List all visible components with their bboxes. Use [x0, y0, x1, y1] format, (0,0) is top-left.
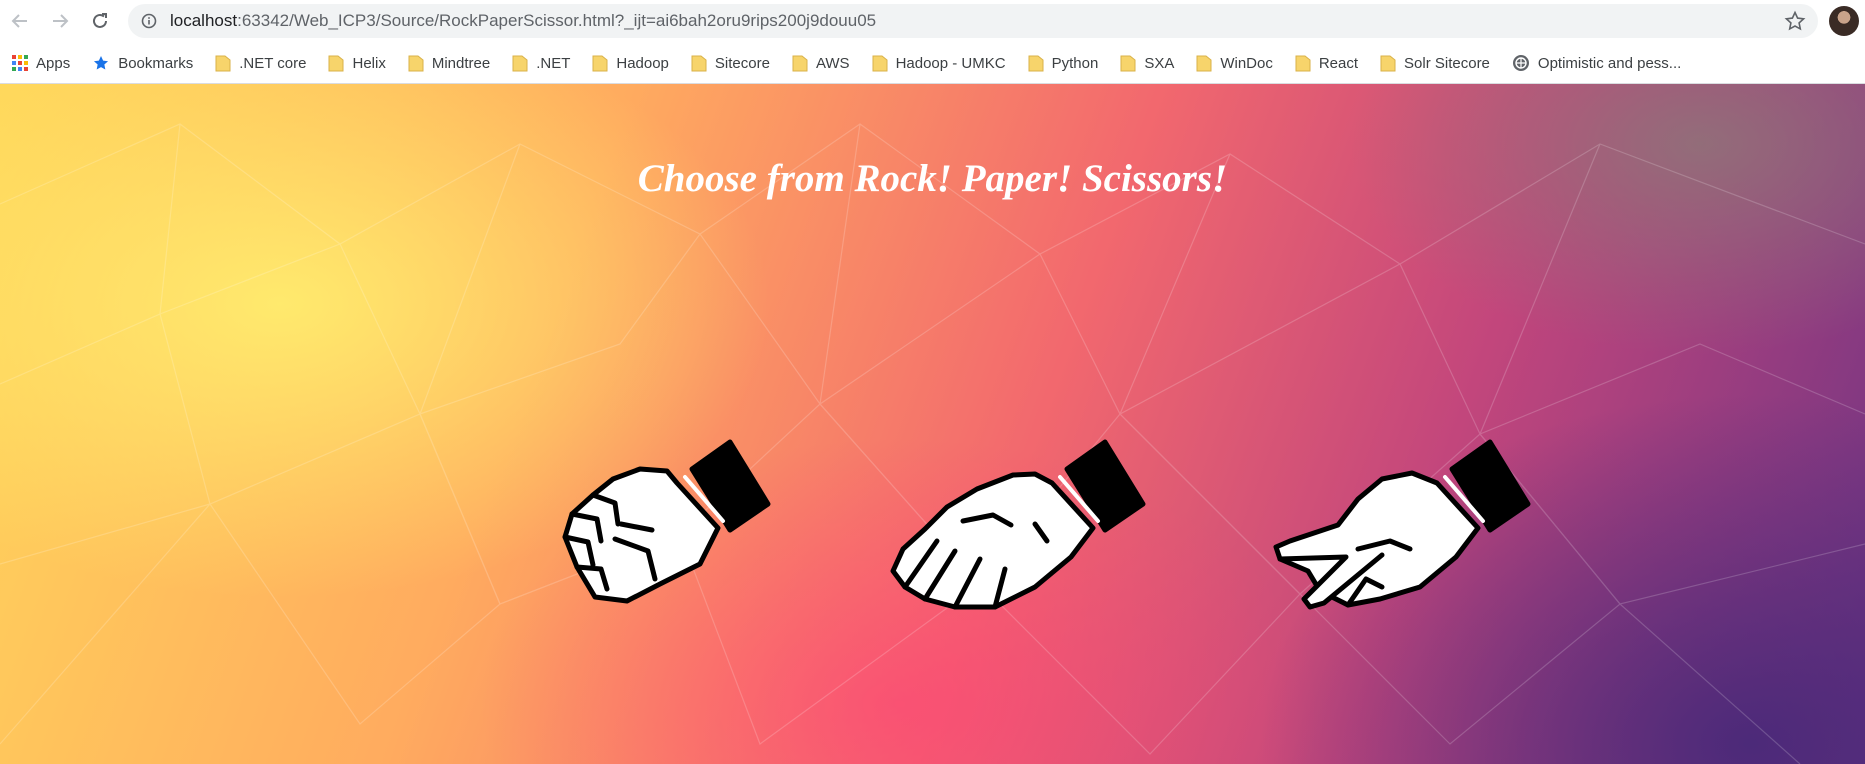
bookmark-star-icon[interactable] — [1784, 10, 1806, 32]
bookmark-label: Hadoop - UMKC — [895, 54, 1006, 72]
bookmark-label: .NET — [536, 54, 571, 72]
arrow-left-icon — [11, 14, 27, 28]
folder-icon — [1120, 54, 1144, 72]
folder-icon — [328, 54, 352, 72]
bookmark-label: Apps — [36, 54, 71, 72]
site-info-icon[interactable] — [128, 13, 170, 29]
address-bar[interactable]: localhost:63342/Web_ICP3/Source/RockPape… — [128, 4, 1818, 38]
bookmark-item[interactable]: SXA — [1120, 54, 1174, 72]
url-text: localhost:63342/Web_ICP3/Source/RockPape… — [170, 11, 876, 31]
rock-hand-icon[interactable] — [555, 429, 775, 619]
back-button[interactable] — [0, 0, 40, 42]
bookmark-item[interactable]: Python — [1028, 54, 1099, 72]
bookmarks-bar: Apps Bookmarks .NET core Helix Mindtree .NET H… — [0, 42, 1865, 84]
bookmark-item[interactable]: Solr Sitecore — [1380, 54, 1490, 72]
folder-icon — [792, 54, 816, 72]
folder-icon — [691, 54, 715, 72]
scissors-hand-icon[interactable] — [1270, 429, 1540, 619]
star-icon — [92, 54, 118, 72]
browser-toolbar: localhost:63342/Web_ICP3/Source/RockPape… — [0, 0, 1865, 42]
bookmark-label: WinDoc — [1220, 54, 1273, 72]
folder-icon — [1380, 54, 1404, 72]
bookmark-item[interactable]: Mindtree — [408, 54, 490, 72]
bookmark-label: React — [1318, 54, 1359, 72]
bookmark-item[interactable]: Hadoop — [592, 54, 669, 72]
bookmark-item[interactable]: WinDoc — [1196, 54, 1273, 72]
bookmark-label: Sitecore — [714, 54, 770, 72]
folder-icon — [1295, 54, 1319, 72]
bookmark-item[interactable]: Optimistic and pess... — [1512, 54, 1681, 72]
url-host: localhost — [170, 11, 238, 30]
bookmark-label: Mindtree — [431, 54, 491, 72]
bookmark-item[interactable]: .NET — [512, 54, 570, 72]
game-page: Choose from Rock! Paper! Scissors! — [0, 84, 1865, 764]
apps-icon — [12, 55, 36, 71]
bookmark-item[interactable]: Hadoop - UMKC — [872, 54, 1006, 72]
bookmark-label: Solr Sitecore — [1404, 54, 1490, 72]
bookmark-item[interactable]: .NET core — [215, 54, 306, 72]
bookmark-label: Hadoop — [616, 54, 669, 72]
folder-icon — [1028, 54, 1052, 72]
bookmark-item[interactable]: Apps — [12, 55, 70, 72]
url-path: :63342/Web_ICP3/Source/RockPaperScissor.… — [237, 11, 877, 30]
globe-icon — [1512, 54, 1538, 72]
bookmark-label: AWS — [815, 54, 850, 72]
reload-icon — [93, 13, 107, 28]
folder-icon — [512, 54, 536, 72]
page-title: Choose from Rock! Paper! Scissors! — [637, 157, 1228, 200]
paper-hand-icon[interactable] — [885, 429, 1155, 619]
bookmark-item[interactable]: Bookmarks — [92, 54, 193, 72]
bookmark-label: Helix — [352, 54, 386, 72]
reload-button[interactable] — [80, 0, 120, 42]
bookmark-item[interactable]: Helix — [328, 54, 386, 72]
arrow-right-icon — [53, 14, 69, 28]
folder-icon — [215, 54, 239, 72]
bookmark-item[interactable]: AWS — [792, 54, 850, 72]
bookmark-item[interactable]: React — [1295, 54, 1358, 72]
bookmark-label: Python — [1051, 54, 1099, 72]
folder-icon — [408, 54, 432, 72]
forward-button[interactable] — [40, 0, 80, 42]
folder-icon — [872, 54, 896, 72]
browser-chrome: localhost:63342/Web_ICP3/Source/RockPape… — [0, 0, 1865, 84]
bookmark-label: .NET core — [239, 54, 307, 72]
bookmark-label: Optimistic and pess... — [1537, 54, 1682, 72]
folder-icon — [592, 54, 616, 72]
bookmark-label: Bookmarks — [118, 54, 194, 72]
bookmark-item[interactable]: Sitecore — [691, 54, 770, 72]
profile-avatar[interactable] — [1829, 6, 1859, 36]
folder-icon — [1196, 54, 1220, 72]
bookmark-label: SXA — [1144, 54, 1175, 72]
